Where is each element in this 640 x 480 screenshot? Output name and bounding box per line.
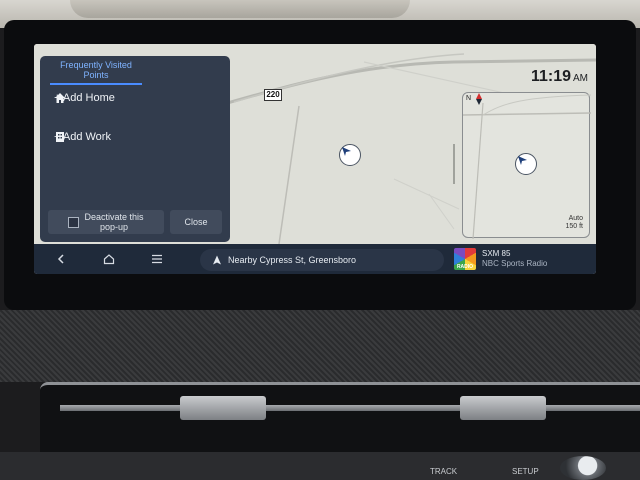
map-scale: Auto 150 ft — [565, 215, 583, 231]
track-button[interactable]: TRACK — [430, 467, 457, 476]
current-location-text: Nearby Cypress St, Greensboro — [228, 255, 357, 265]
clock: 11:19 AM — [531, 68, 588, 86]
radio-program: NBC Sports Radio — [482, 259, 548, 268]
scale-distance: 150 ft — [565, 223, 583, 230]
air-vent — [40, 382, 640, 462]
bottom-navbar: Nearby Cypress St, Greensboro RADIO SXM … — [34, 244, 596, 274]
home-button[interactable] — [102, 252, 116, 266]
current-location-arrow-icon — [339, 144, 361, 166]
menu-button[interactable] — [150, 252, 164, 266]
radio-logo-text: RADIO — [456, 264, 474, 270]
current-location-bar[interactable]: Nearby Cypress St, Greensboro — [200, 249, 444, 271]
home-icon — [55, 93, 65, 103]
route-220-shield: 220 — [264, 89, 282, 101]
minimap-location-arrow-icon — [515, 153, 537, 175]
radio-station-logo: RADIO — [454, 248, 476, 270]
infotainment-screen: 220 11:19 AM N Auto 150 ft Frequently Vi… — [34, 44, 596, 274]
radio-now-playing[interactable]: RADIO SXM 85 NBC Sports Radio — [454, 246, 584, 272]
close-button[interactable]: Close — [170, 210, 222, 234]
scale-mode: Auto — [568, 215, 583, 222]
deactivate-popup-button[interactable]: Deactivate this pop-up — [48, 210, 164, 234]
vent-bar — [60, 405, 640, 411]
navigation-arrow-icon — [213, 255, 221, 265]
volume-knob[interactable] — [560, 456, 606, 480]
add-work-button[interactable]: + Add Work — [54, 131, 111, 143]
dashboard-trim — [0, 310, 640, 382]
compass-north: N — [466, 95, 472, 102]
minimap[interactable]: N Auto 150 ft — [462, 92, 591, 239]
deactivate-label-line2: pop-up — [99, 222, 129, 232]
frequently-visited-popup: Frequently Visited Points + Add Home + A… — [40, 56, 230, 242]
deactivate-checkbox[interactable] — [68, 216, 80, 228]
back-button[interactable] — [54, 252, 68, 266]
deactivate-label-line1: Deactivate this — [84, 212, 144, 222]
setup-button[interactable]: SETUP — [512, 467, 539, 476]
building-icon — [56, 132, 64, 142]
home-outline-icon — [103, 254, 115, 265]
vent-right-knob[interactable] — [460, 396, 546, 420]
add-home-button[interactable]: + Add Home — [54, 92, 115, 104]
clock-ampm: AM — [573, 73, 588, 84]
console-strip — [0, 452, 640, 480]
tab-frequently-visited-points[interactable]: Frequently Visited Points — [50, 60, 142, 85]
chevron-left-icon — [57, 254, 64, 264]
menu-icon — [152, 254, 162, 264]
vent-left-knob[interactable] — [180, 396, 266, 420]
map-view[interactable]: 220 11:19 AM N Auto 150 ft Frequently Vi… — [34, 44, 596, 244]
radio-station: SXM 85 — [482, 249, 511, 258]
clock-time: 11:19 — [530, 68, 571, 85]
